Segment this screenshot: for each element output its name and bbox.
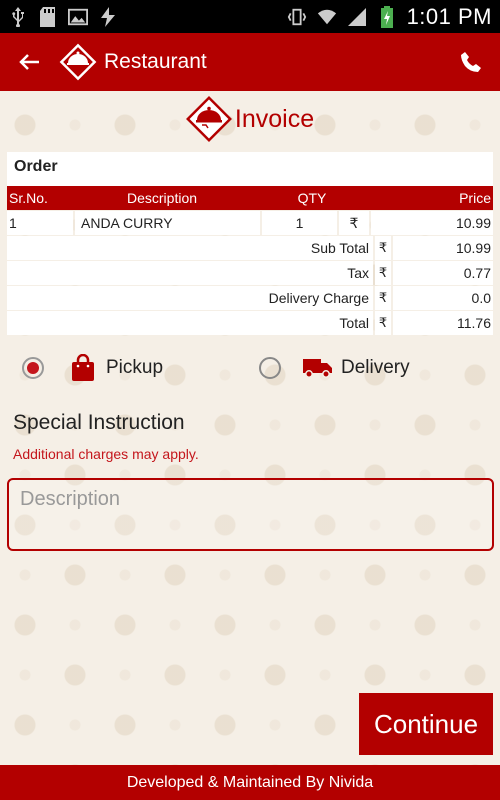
summary-currency: ₹ [375,311,391,335]
summary-label: Delivery Charge [7,286,373,310]
sync-icon [98,6,118,27]
footer-credit: Developed & Maintained By Nivida [0,765,500,800]
signal-icon [347,7,367,27]
column-header-price: Price [459,190,491,206]
column-header-description: Description [126,190,198,206]
column-header-qty: QTY [297,190,327,206]
app-title: Restaurant [104,50,207,73]
delivery-option[interactable]: Delivery [259,348,410,388]
summary-label: Tax [7,261,373,285]
summary-row-subtotal: Sub Total ₹ 10.99 [7,236,493,260]
summary-value: 0.0 [393,286,493,310]
item-qty: 1 [262,211,337,235]
summary-value: 10.99 [393,236,493,260]
cloche-logo-icon [58,42,98,82]
wifi-icon [317,7,337,27]
continue-button[interactable]: Continue [359,693,493,755]
phone-icon[interactable] [456,47,486,77]
invoice-title: Invoice [234,104,315,133]
invoice-header: Invoice [0,96,500,142]
image-icon [68,7,88,27]
table-row: 1 ANDA CURRY 1 ₹ 10.99 [7,211,493,235]
status-time: 1:01 PM [406,3,492,29]
pickup-label: Pickup [106,357,164,378]
summary-label: Sub Total [7,236,373,260]
order-table-header: Sr.No. Description QTY Price [7,186,493,210]
pickup-option[interactable]: Pickup [22,348,163,388]
item-description: ANDA CURRY [75,211,260,235]
special-instruction-note: Additional charges may apply. [13,446,199,462]
summary-value: 0.77 [393,261,493,285]
item-srno: 1 [7,211,73,235]
summary-currency: ₹ [375,236,391,260]
battery-charging-icon [377,5,397,28]
item-price: 10.99 [371,211,493,235]
item-currency: ₹ [339,211,369,235]
summary-currency: ₹ [375,261,391,285]
usb-icon [8,6,28,27]
back-arrow-icon[interactable] [14,47,44,77]
summary-label: Total [7,311,373,335]
order-type-options: Pickup Delivery [0,348,500,388]
status-bar: 1:01 PM [0,0,500,33]
delivery-radio[interactable] [259,357,281,379]
special-instruction-title: Special Instruction [13,411,185,434]
truck-icon [303,353,333,383]
shopping-bag-icon [68,353,98,383]
summary-row-total: Total ₹ 11.76 [7,311,493,335]
sd-card-icon [38,6,58,27]
app-bar: Restaurant [0,33,500,91]
vibrate-icon [287,7,307,27]
delivery-label: Delivery [341,357,410,378]
summary-row-delivery-charge: Delivery Charge ₹ 0.0 [7,286,493,310]
pickup-radio[interactable] [22,357,44,379]
order-heading: Order [7,152,493,186]
description-input[interactable] [7,478,494,551]
column-header-srno: Sr.No. [9,190,48,206]
summary-value: 11.76 [393,311,493,335]
cloche-logo-icon [185,96,232,142]
summary-currency: ₹ [375,286,391,310]
summary-row-tax: Tax ₹ 0.77 [7,261,493,285]
order-table: Order Sr.No. Description QTY Price 1 AND… [7,152,493,335]
